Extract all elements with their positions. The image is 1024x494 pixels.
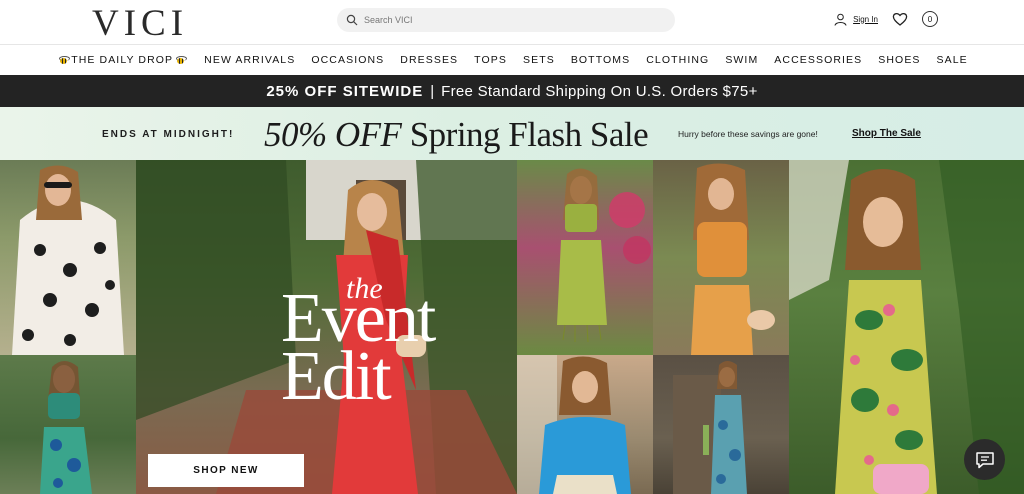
flash-sale-banner[interactable]: ENDS AT MIDNIGHT! 50% OFF Spring Flash S… [0,107,1024,160]
nav-item-accessories[interactable]: ACCESSORIES [766,54,870,66]
flash-sale-percent: 50% OFF [264,115,402,154]
search-icon [346,14,358,26]
promo-separator: | [430,82,435,100]
search-bar[interactable] [337,8,675,32]
flash-sale-headline: 50% OFF Spring Flash Sale [264,115,649,155]
hero-image-polka-dot-dress[interactable] [0,160,136,355]
flash-sale-subtext: Hurry before these savings are gone! [678,129,818,139]
nav-item-swim[interactable]: SWIM [717,54,766,66]
model-photo [40,361,92,494]
header-actions: Sign In 0 [834,11,938,27]
model-photo [673,361,747,494]
hero-image-green-crochet-set[interactable] [517,160,653,355]
search-input[interactable] [364,15,644,25]
nav-item-sets[interactable]: SETS [515,54,563,66]
nav-item-the-daily-drop[interactable]: THE DAILY DROP [48,54,196,66]
promo-discount: 25% OFF SITEWIDE [266,82,424,100]
nav-item-bottoms[interactable]: BOTTOMS [563,54,638,66]
heart-icon[interactable] [892,11,908,27]
shop-the-sale-link[interactable]: Shop The Sale [852,128,921,139]
hero-image-blue-shirt[interactable] [517,355,653,494]
flash-sale-title: Spring Flash Sale [401,115,649,154]
nav-item-occasions[interactable]: OCCASIONS [303,54,392,66]
nav-item-new-arrivals[interactable]: NEW ARRIVALS [196,54,303,66]
model-photo [12,165,124,355]
nav-item-clothing[interactable]: CLOTHING [638,54,717,66]
hero-image-maxi-dress[interactable] [653,355,789,494]
nav-item-tops[interactable]: TOPS [466,54,515,66]
model-photo [557,168,651,343]
hero-title: Event Edit [281,284,436,412]
shop-new-button[interactable]: SHOP NEW [148,454,304,487]
model-photo [517,355,631,494]
site-logo[interactable]: VICI [92,2,188,45]
ends-at-midnight: ENDS AT MIDNIGHT! [102,129,235,140]
chat-icon [975,451,994,468]
bee-icon [175,55,188,65]
cart-button[interactable]: 0 [922,11,938,27]
main-nav: THE DAILY DROP NEW ARRIVALS OCCASIONS DR… [0,45,1024,75]
cart-count: 0 [927,14,933,24]
hero-collage: the Event Edit SHOP NEW [0,160,1024,494]
nav-label: THE DAILY DROP [71,54,174,66]
signin-label: Sign In [853,14,878,24]
hero-image-tropical-set[interactable] [0,355,136,494]
bee-icon [58,55,71,65]
promo-bar[interactable]: 25% OFF SITEWIDE | Free Standard Shippin… [0,75,1024,107]
user-icon [834,13,847,26]
promo-shipping: Free Standard Shipping On U.S. Orders $7… [441,82,758,100]
chat-button[interactable] [964,439,1005,480]
signin-link[interactable]: Sign In [834,13,878,26]
nav-item-sale[interactable]: SALE [929,54,976,66]
site-header: VICI Sign In 0 [0,0,1024,44]
nav-item-dresses[interactable]: DRESSES [392,54,466,66]
nav-item-shoes[interactable]: SHOES [870,54,928,66]
model-photo [691,163,775,355]
hero-image-orange-lace-set[interactable] [653,160,789,355]
hero-image-event-edit[interactable]: the Event Edit [136,160,517,494]
